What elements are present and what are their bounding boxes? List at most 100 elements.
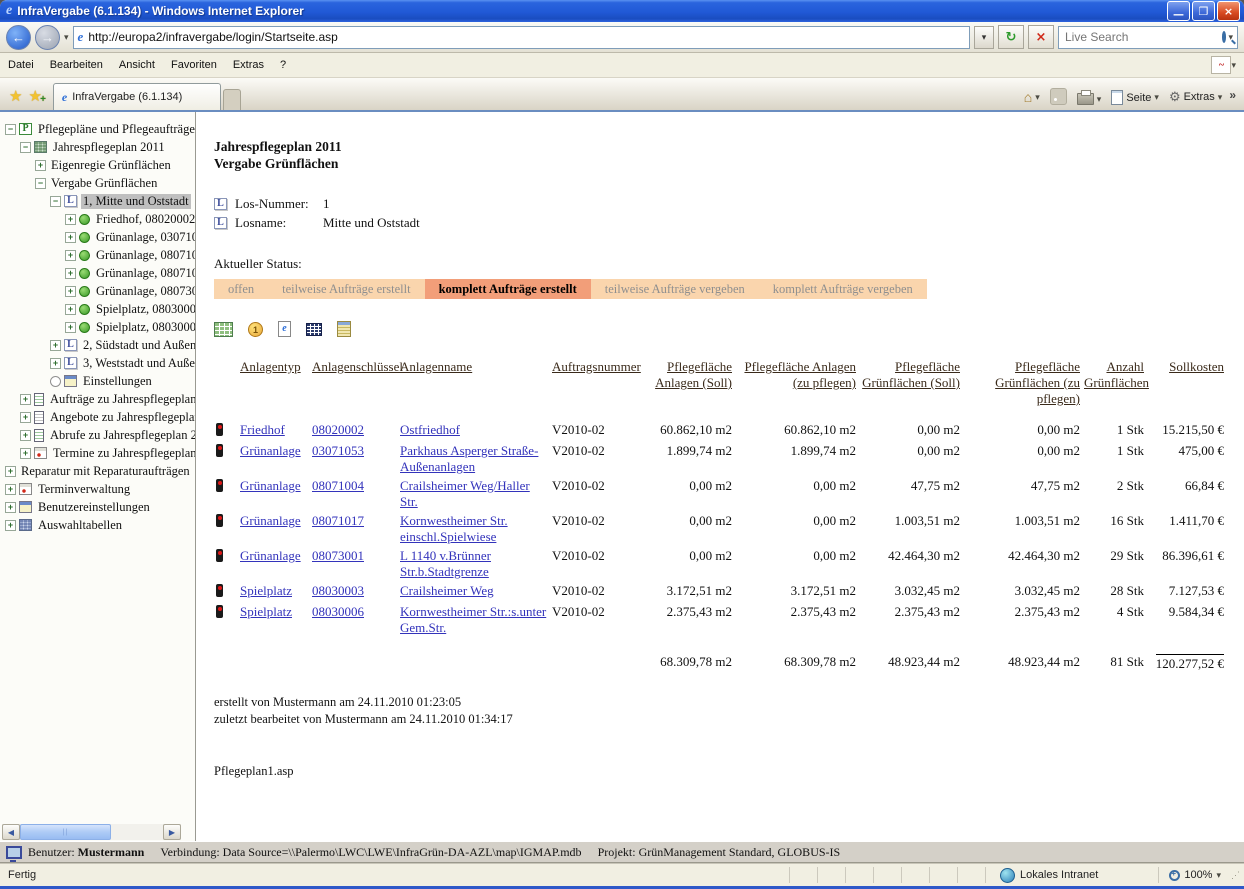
cell-link-typ[interactable]: Grünanlage <box>240 443 301 458</box>
address-input[interactable]: e http://europa2/infravergabe/login/Star… <box>73 26 970 49</box>
scroll-left-arrow[interactable]: ◀ <box>2 824 20 840</box>
cell-link-typ[interactable]: Spielplatz <box>240 604 292 619</box>
tree-item[interactable]: +L3, Weststadt und Außenbereiche <box>0 354 195 372</box>
cell-link-typ[interactable]: Grünanlage <box>240 478 301 493</box>
tree-item[interactable]: +Auswahltabellen <box>0 516 195 534</box>
tree-expander-minus-icon[interactable]: − <box>5 124 16 135</box>
cell-link-name[interactable]: Parkhaus Asperger Straße-Außenanlagen <box>400 443 538 474</box>
tree-expander-plus-icon[interactable]: + <box>65 322 76 333</box>
acrobat-dropdown-icon[interactable]: ▾ <box>1231 60 1236 71</box>
tree-expander-plus-icon[interactable]: + <box>65 214 76 225</box>
table-dark-icon[interactable] <box>306 323 322 336</box>
tree-item[interactable]: + Grünanlage, 08071004, Crailsheimer Weg <box>0 246 195 264</box>
tree-item[interactable]: +Abrufe zu Jahrespflegeplan 2011 <box>0 426 195 444</box>
tree-item[interactable]: −PPflegepläne und Pflegeaufträge <box>0 120 195 138</box>
tree-item[interactable]: +Angebote zu Jahrespflegeplan 2011 <box>0 408 195 426</box>
tree-expander-plus-icon[interactable]: + <box>20 430 31 441</box>
tree-item-label[interactable]: Termine zu Jahrespflegeplan 2011 <box>51 446 195 461</box>
tree-item-label[interactable]: Auswahltabellen <box>36 518 124 533</box>
cell-link-key[interactable]: 08071004 <box>312 478 364 493</box>
restore-button[interactable]: ❐ <box>1192 1 1215 21</box>
column-header-link[interactable]: Auftragsnummer <box>552 359 641 374</box>
tree-item[interactable]: +Terminverwaltung <box>0 480 195 498</box>
cell-link-key[interactable]: 08020002 <box>312 422 364 437</box>
tree-item-label[interactable]: 2, Südstadt und Außenbereiche <box>81 338 195 353</box>
zoom-dropdown-icon[interactable]: ▾ <box>1216 870 1221 881</box>
tree-item-label[interactable]: 1, Mitte und Oststadt <box>81 194 191 209</box>
tree-item-label[interactable]: Grünanlage, 08071004, Crailsheimer Weg <box>94 248 195 263</box>
minimize-button[interactable]: — <box>1167 1 1190 21</box>
tree-item-label[interactable]: Spielplatz, 08030006, Kornwestheimer Str… <box>94 320 195 335</box>
tree-item-label[interactable]: Friedhof, 08020002, Ostfriedhof <box>94 212 195 227</box>
search-box[interactable]: ▾ <box>1058 26 1238 49</box>
tree-expander-plus-icon[interactable]: + <box>65 268 76 279</box>
tree-item[interactable]: +Grünanlage, 08073001, L 1140 v.Brünner … <box>0 282 195 300</box>
tree-item[interactable]: + Grünanlage, 08071017, Kornwestheimer St… <box>0 264 195 282</box>
tree-item-label[interactable]: Grünanlage, 08071017, Kornwestheimer Str… <box>94 266 195 281</box>
cell-link-key[interactable]: 08030003 <box>312 583 364 598</box>
tree-item[interactable]: +Benutzereinstellungen <box>0 498 195 516</box>
tree-expander-plus-icon[interactable]: + <box>65 250 76 261</box>
refresh-button[interactable]: ↻ <box>998 25 1024 49</box>
column-header-link[interactable]: Anzahl Grünflächen <box>1084 359 1149 390</box>
column-header-link[interactable]: Anlagentyp <box>240 359 301 374</box>
tree-item[interactable]: Einstellungen <box>0 372 195 390</box>
tree-item-label[interactable]: Spielplatz, 08030003, Crailsheimer Weg <box>94 302 195 317</box>
add-favorite-icon[interactable]: ★ <box>28 87 41 105</box>
tree-bullet-icon[interactable] <box>50 376 61 387</box>
cell-link-name[interactable]: Ostfriedhof <box>400 422 460 437</box>
tree-expander-plus-icon[interactable]: + <box>20 394 31 405</box>
close-button[interactable]: × <box>1217 1 1240 21</box>
tree-item[interactable]: + Aufträge zu Jahrespflegeplan 2011 <box>0 390 195 408</box>
menu-favoriten[interactable]: Favoriten <box>171 59 217 71</box>
tree-item-label[interactable]: 3, Weststadt und Außenbereiche <box>81 356 195 371</box>
search-icon[interactable] <box>1222 31 1226 43</box>
notes-icon[interactable] <box>337 321 351 337</box>
tree-item-label[interactable]: Jahrespflegeplan 2011 <box>51 140 167 155</box>
tree-expander-plus-icon[interactable]: + <box>65 304 76 315</box>
history-dropdown-icon[interactable]: ▾ <box>64 32 69 43</box>
tree-expander-minus-icon[interactable]: − <box>35 178 46 189</box>
column-header-link[interactable]: Pflegefläche Grünflächen (Soll) <box>862 359 960 390</box>
tree-expander-plus-icon[interactable]: + <box>50 358 61 369</box>
cell-link-name[interactable]: Kornwestheimer Str.:s.unter Gem.Str. <box>400 604 546 635</box>
search-input[interactable] <box>1063 29 1222 45</box>
scrollbar-track[interactable]: || <box>20 824 163 840</box>
tree-item-label[interactable]: Terminverwaltung <box>36 482 132 497</box>
tree-item-label[interactable]: Grünanlage, 08073001, L 1140 v.Brünner S… <box>94 284 195 299</box>
tree-item-label[interactable]: Reparatur mit Reparaturaufträgen <box>19 464 192 479</box>
zoom-control[interactable]: 100% ▾ <box>1158 867 1227 883</box>
forward-button[interactable]: → <box>35 25 60 50</box>
menu-datei[interactable]: Datei <box>8 59 34 71</box>
cell-link-name[interactable]: Kornwestheimer Str. einschl.Spielwiese <box>400 513 508 544</box>
menu-bearbeiten[interactable]: Bearbeiten <box>50 59 103 71</box>
menu-hilfe[interactable]: ? <box>280 59 286 71</box>
back-button[interactable]: ← <box>6 25 31 50</box>
tree-item[interactable]: + Spielplatz, 08030006, Kornwestheimer St… <box>0 318 195 336</box>
column-header-link[interactable]: Anlagenname <box>400 359 472 374</box>
tree-item[interactable]: +Eigenregie Grünflächen <box>0 156 195 174</box>
cell-link-key[interactable]: 03071053 <box>312 443 364 458</box>
cell-link-name[interactable]: Crailsheimer Weg/Haller Str. <box>400 478 530 509</box>
tree-expander-plus-icon[interactable]: + <box>50 340 61 351</box>
tree-expander-minus-icon[interactable]: − <box>50 196 61 207</box>
cell-link-typ[interactable]: Grünanlage <box>240 513 301 528</box>
cell-link-name[interactable]: L 1140 v.Brünner Str.b.Stadtgrenze <box>400 548 491 579</box>
favorites-star-icon[interactable]: ★ <box>9 87 22 105</box>
tree-item-label[interactable]: Aufträge zu Jahrespflegeplan 2011 <box>48 392 195 407</box>
cell-link-key[interactable]: 08030006 <box>312 604 364 619</box>
print-button[interactable]: ▾ <box>1077 93 1102 105</box>
tree-expander-plus-icon[interactable]: + <box>5 502 16 513</box>
tree-expander-plus-icon[interactable]: + <box>20 412 31 423</box>
tree-item[interactable]: +L2, Südstadt und Außenbereiche <box>0 336 195 354</box>
home-button[interactable]: ⌂▾ <box>1024 89 1040 105</box>
address-dropdown-button[interactable]: ▾ <box>974 26 994 49</box>
tree-item-label[interactable]: Grünanlage, 03071053, Parkhaus Asperger … <box>94 230 195 245</box>
html-export-icon[interactable]: e <box>278 321 291 337</box>
column-header-link[interactable]: Pflegefläche Grünflächen (zu pflegen) <box>995 359 1080 406</box>
menu-ansicht[interactable]: Ansicht <box>119 59 155 71</box>
spreadsheet-icon[interactable] <box>214 322 233 337</box>
cell-link-key[interactable]: 08071017 <box>312 513 364 528</box>
toolbar-overflow-chevron[interactable]: » <box>1229 88 1236 102</box>
tree-expander-plus-icon[interactable]: + <box>65 232 76 243</box>
